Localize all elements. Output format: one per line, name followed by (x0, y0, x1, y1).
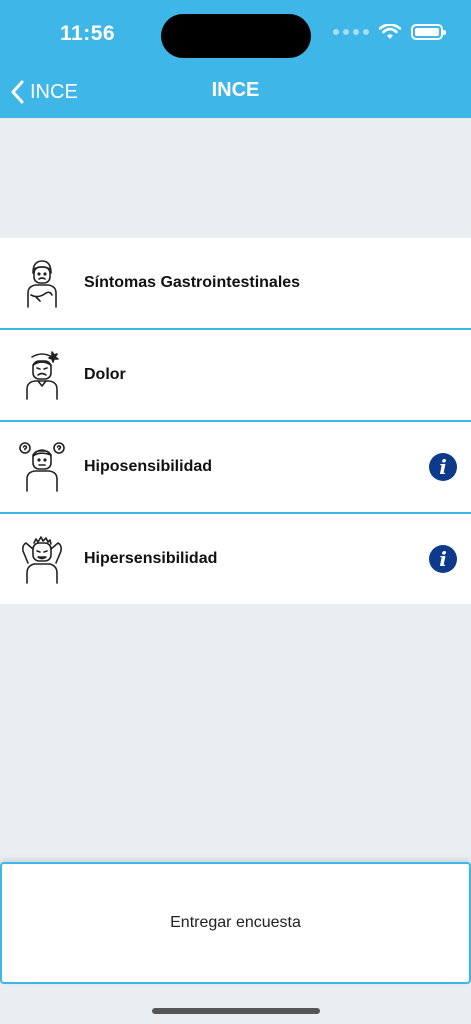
page-title: INCE (211, 79, 260, 101)
status-time: 11:56 (60, 22, 116, 45)
list-item-pain[interactable]: Dolor (0, 330, 471, 422)
info-icon[interactable]: i (429, 453, 457, 481)
list-item-gastrointestinal[interactable]: Síntomas Gastrointestinales (0, 238, 471, 330)
dynamic-island (161, 14, 311, 58)
home-indicator (152, 1008, 320, 1014)
headache-person-icon (26, 351, 59, 400)
list-item-label: Hiposensibilidad (84, 458, 213, 475)
wifi-icon (379, 24, 401, 39)
signal-icon (333, 29, 369, 35)
list-item-label: Dolor (84, 366, 126, 383)
overwhelmed-person-icon (22, 536, 62, 584)
confused-person-icon (19, 442, 65, 492)
stomach-ache-person-icon (27, 260, 57, 308)
list-item-label: Síntomas Gastrointestinales (84, 274, 301, 291)
list-item-hypersensitivity[interactable]: Hipersensibilidad i (0, 514, 471, 604)
symptom-list: Síntomas Gastrointestinales Dolor Hipose… (0, 238, 471, 604)
submit-survey-button[interactable]: Entregar encuesta (0, 862, 471, 984)
battery-icon (411, 24, 446, 40)
list-item-label: Hipersensibilidad (84, 550, 218, 567)
info-icon[interactable]: i (429, 545, 457, 573)
list-item-hyposensitivity[interactable]: Hiposensibilidad i (0, 422, 471, 514)
status-indicators (333, 24, 446, 40)
app-header: 11:56 INCE INCE (0, 0, 471, 118)
